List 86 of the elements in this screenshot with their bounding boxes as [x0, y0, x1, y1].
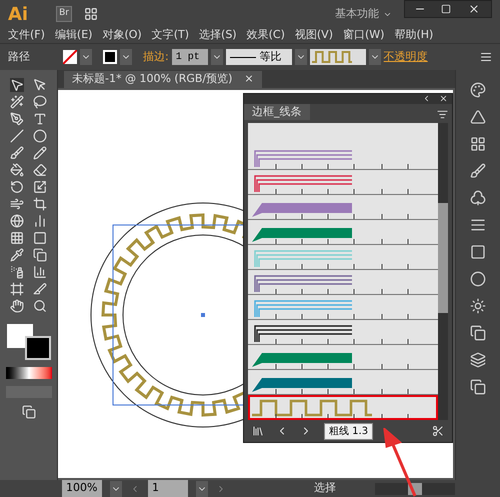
dropdown-button[interactable] [294, 49, 307, 65]
circle-icon[interactable] [470, 271, 486, 287]
eraser-icon[interactable] [33, 163, 48, 177]
ellipse-icon[interactable] [33, 129, 48, 143]
close-icon [468, 3, 480, 15]
copy-icon[interactable] [470, 379, 486, 395]
lasso-icon[interactable] [33, 95, 48, 109]
sun-icon[interactable] [470, 298, 486, 314]
shape-builder-icon[interactable] [10, 214, 24, 228]
menu-item[interactable]: 编辑(E) [54, 27, 92, 44]
pencil-icon[interactable] [33, 146, 48, 160]
slice-icon[interactable] [33, 282, 48, 296]
tooltip: 粗线 1.3 [324, 422, 374, 440]
stroke-weight-field[interactable]: 1 pt [172, 49, 208, 65]
zoom-icon[interactable] [33, 299, 48, 313]
screen-mode-icon[interactable] [22, 405, 36, 419]
pen-icon[interactable] [10, 112, 24, 126]
fill-color-swatch[interactable] [6, 324, 50, 360]
grid-icon[interactable] [470, 136, 486, 152]
line-icon[interactable] [10, 129, 24, 143]
menu-item[interactable]: 对象(O) [102, 27, 142, 44]
menu-item[interactable]: 帮助(H) [394, 27, 434, 44]
stroke-profile-field[interactable]: 等比 [226, 49, 292, 65]
panel-menu-icon[interactable] [480, 51, 492, 63]
copy-icon[interactable] [470, 325, 486, 341]
dropdown-button[interactable] [80, 49, 92, 65]
color-mode-buttons[interactable] [6, 367, 52, 379]
symbol-sprayer-icon[interactable] [10, 265, 24, 279]
panel-tab[interactable]: 边框_线条 [244, 104, 310, 120]
dropdown-button[interactable] [110, 480, 122, 496]
palette-icon[interactable] [470, 82, 486, 98]
menu-item[interactable]: 文字(T) [152, 27, 190, 44]
dropdown-button[interactable] [210, 49, 223, 65]
collapse-icon[interactable] [422, 94, 431, 103]
scale-icon[interactable] [33, 180, 48, 194]
artboard-icon[interactable] [10, 282, 24, 296]
panel-menu-icon[interactable] [437, 109, 448, 120]
dropdown-button[interactable] [196, 480, 208, 496]
stroke-swatch[interactable] [103, 50, 117, 64]
club-icon[interactable] [470, 190, 486, 206]
mesh-icon[interactable] [10, 231, 24, 245]
warp-icon[interactable] [10, 197, 24, 211]
maximize-icon [441, 4, 451, 14]
arrange-documents-icon[interactable] [84, 7, 98, 21]
gradient-icon[interactable] [470, 244, 486, 260]
blend-icon[interactable] [33, 248, 48, 262]
blob-brush-icon[interactable] [10, 163, 24, 177]
close-tab-button[interactable]: × [244, 71, 254, 88]
rotate-icon[interactable] [10, 180, 24, 194]
graph-icon[interactable] [33, 265, 48, 279]
menu-item[interactable]: 窗口(W) [342, 27, 384, 44]
page-field[interactable]: 1 [148, 480, 188, 497]
close-icon[interactable] [439, 94, 448, 103]
triangle-icon[interactable] [470, 109, 486, 125]
workspace-switcher[interactable]: 基本功能 [335, 6, 392, 22]
stroke-icon[interactable] [470, 217, 486, 233]
type-icon[interactable] [33, 112, 48, 126]
dropdown-button[interactable] [368, 49, 381, 65]
menu-item[interactable]: 选择(S) [199, 27, 237, 44]
eyedropper-icon[interactable] [10, 248, 24, 262]
library-icon[interactable] [252, 425, 264, 437]
dropdown-button[interactable] [120, 49, 132, 65]
selection-tool-icon[interactable] [10, 78, 24, 92]
brush-icon[interactable] [10, 146, 24, 160]
brush-icon[interactable] [470, 163, 486, 179]
bridge-button[interactable]: Br [56, 6, 72, 22]
document-tab[interactable]: 未标题-1* @ 100% (RGB/预览) × [64, 71, 262, 88]
brush-preview-field[interactable] [310, 49, 366, 65]
free-transform-icon[interactable] [33, 197, 48, 211]
remove-icon[interactable] [432, 425, 444, 437]
current-tool-label: 选择 [314, 480, 336, 496]
stroke-label[interactable]: 描边: [143, 48, 169, 66]
object-type-label: 路径 [8, 48, 31, 65]
perspective-icon[interactable] [33, 214, 48, 228]
layers-icon[interactable] [470, 352, 486, 368]
fill-swatch[interactable] [63, 50, 77, 64]
menu-item[interactable]: 效果(C) [246, 27, 285, 44]
app-logo: Ai [8, 2, 28, 26]
gradient-icon[interactable] [33, 231, 48, 245]
magic-wand-icon[interactable] [10, 95, 24, 109]
opacity-link[interactable]: 不透明度 [384, 48, 428, 66]
hand-icon[interactable] [10, 299, 24, 313]
direct-selection-icon[interactable] [33, 78, 48, 92]
menu-item[interactable]: 视图(V) [294, 27, 333, 44]
zoom-field[interactable]: 100% [62, 480, 102, 497]
menu-item[interactable]: 文件(F) [8, 27, 45, 44]
